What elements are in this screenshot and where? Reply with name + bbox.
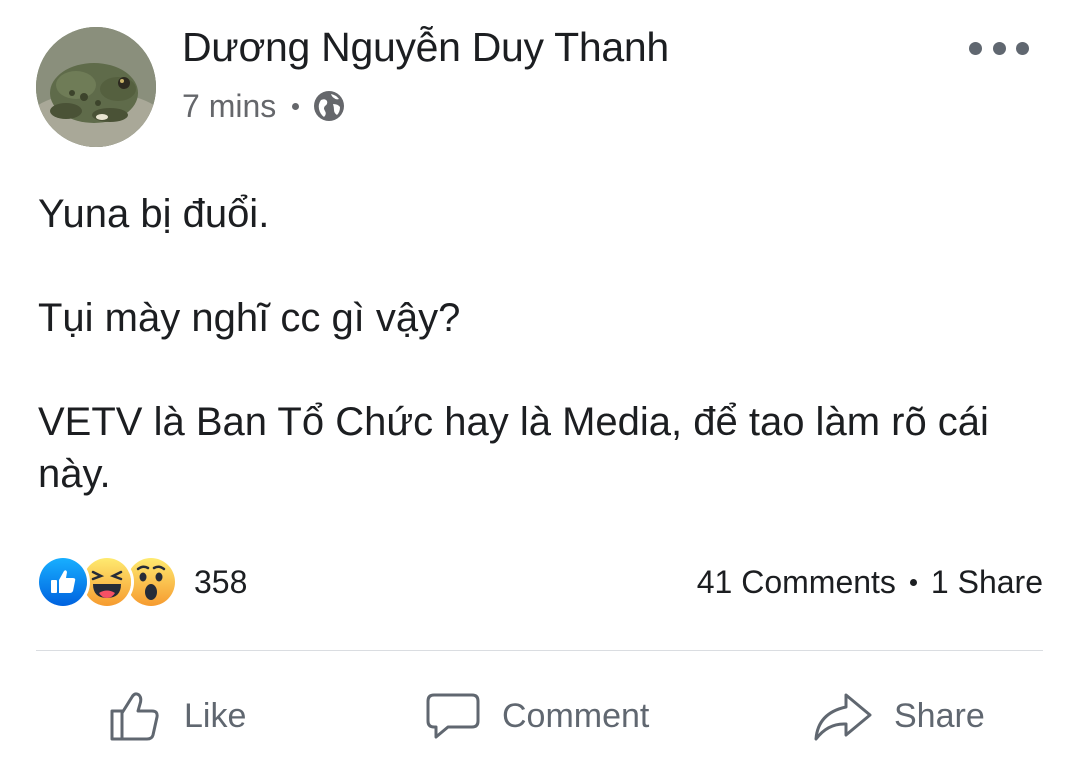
toad-avatar-image xyxy=(36,27,156,147)
more-dot-icon xyxy=(969,41,982,55)
more-options-button[interactable] xyxy=(969,30,1029,66)
author-name[interactable]: Dương Nguyễn Duy Thanh xyxy=(182,24,669,71)
post-paragraph: Tụi mày nghĩ cc gì vậy? xyxy=(38,296,461,340)
shares-count-link[interactable]: 1 Share xyxy=(931,564,1043,601)
divider xyxy=(36,650,1043,651)
post-text: Yuna bị đuổi. Tụi mày nghĩ cc gì vậy? VE… xyxy=(38,188,1038,500)
globe-icon[interactable] xyxy=(311,88,347,124)
comment-button-label: Comment xyxy=(502,696,650,735)
more-dot-icon xyxy=(1016,41,1029,55)
post-action-bar: Like Comment Share xyxy=(0,680,1079,752)
like-reaction-icon xyxy=(36,555,90,609)
post-paragraph: Yuna bị đuổi. xyxy=(38,192,270,236)
speech-bubble-icon xyxy=(426,693,480,739)
comments-count-link[interactable]: 41 Comments xyxy=(697,564,896,601)
reactions-summary[interactable]: 358 xyxy=(36,555,247,609)
post-time[interactable]: 7 mins xyxy=(182,88,276,125)
comment-button[interactable]: Comment xyxy=(424,680,649,752)
more-dot-icon xyxy=(992,41,1006,55)
share-arrow-icon xyxy=(814,693,872,741)
engagement-summary: 41 Comments 1 Share xyxy=(697,562,1043,602)
like-button[interactable]: Like xyxy=(106,680,246,752)
reaction-count: 358 xyxy=(194,563,248,600)
post-meta: 7 mins xyxy=(182,86,347,126)
facebook-post: Dương Nguyễn Duy Thanh 7 mins Yuna bị đu… xyxy=(0,0,1079,767)
like-button-label: Like xyxy=(184,696,247,735)
avatar[interactable] xyxy=(36,27,156,147)
thumbs-up-icon xyxy=(110,692,159,741)
share-button-label: Share xyxy=(894,696,985,735)
post-paragraph: VETV là Ban Tổ Chức hay là Media, để tao… xyxy=(38,400,989,496)
meta-separator-dot xyxy=(292,102,300,110)
engagement-separator-dot xyxy=(909,578,917,586)
share-button[interactable]: Share xyxy=(812,680,985,752)
